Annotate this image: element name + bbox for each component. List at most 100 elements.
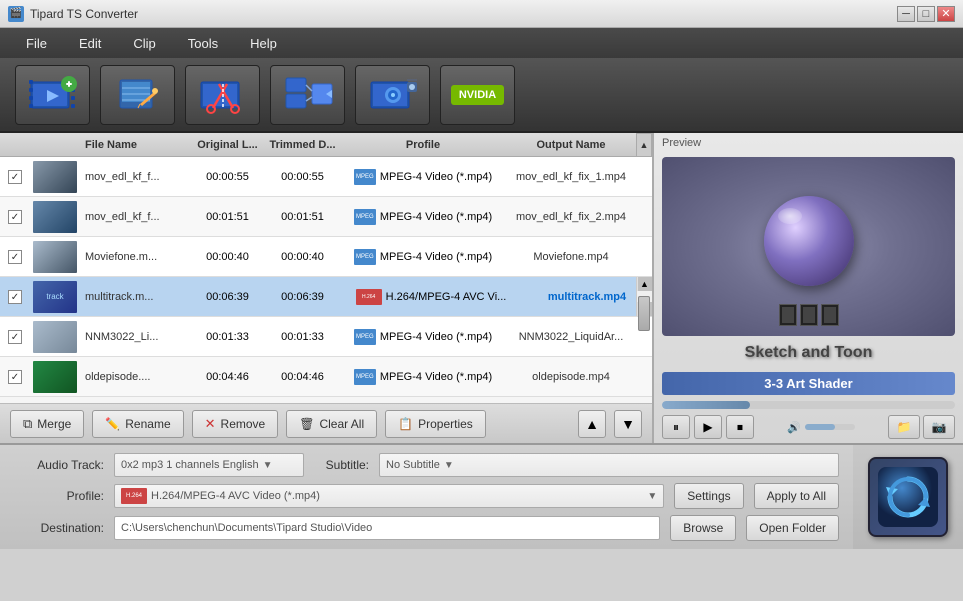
properties-icon: 📋 bbox=[398, 417, 413, 431]
pause-button[interactable]: ⏸ bbox=[662, 415, 690, 439]
merge-button[interactable] bbox=[270, 65, 345, 125]
settings-button[interactable]: Settings bbox=[674, 483, 743, 509]
move-down-button[interactable]: ▼ bbox=[614, 410, 642, 438]
action-bar: ⧉ Merge ✏️ Rename ✕ Remove 🗑 Clear All 📋… bbox=[0, 403, 652, 443]
table-row[interactable]: mov_edl_kf_f... 00:01:51 00:01:51 MPEG M… bbox=[0, 197, 652, 237]
minimize-button[interactable]: ─ bbox=[897, 6, 915, 22]
toolbar: NVIDIA bbox=[0, 58, 963, 133]
scroll-thumb[interactable] bbox=[638, 296, 650, 331]
menu-tools[interactable]: Tools bbox=[172, 32, 234, 55]
subtitle-combo[interactable]: No Subtitle ▼ bbox=[379, 453, 839, 477]
add-video-button[interactable] bbox=[15, 65, 90, 125]
clear-icon: 🗑 bbox=[299, 417, 314, 431]
rename-button[interactable]: ✏️ Rename bbox=[92, 410, 183, 438]
nvidia-label: NVIDIA bbox=[451, 85, 504, 105]
preview-controls: ⏸ ▶ ⏹ 🔊 📁 📷 bbox=[654, 411, 963, 443]
header-profile: Profile bbox=[340, 139, 506, 151]
close-button[interactable]: ✕ bbox=[937, 6, 955, 22]
screenshot-button[interactable]: 📷 bbox=[923, 415, 955, 439]
capture-buttons: 📁 📷 bbox=[888, 415, 955, 439]
header-original: Original L... bbox=[190, 139, 265, 151]
properties-button[interactable]: 📋 Properties bbox=[385, 410, 486, 438]
row-checkbox[interactable] bbox=[0, 169, 30, 185]
row-original-duration: 00:00:55 bbox=[190, 171, 265, 183]
capture-folder-button[interactable]: 📁 bbox=[888, 415, 920, 439]
row-profile: MPEG MPEG-4 Video (*.mp4) bbox=[340, 249, 506, 265]
film-frame bbox=[800, 304, 818, 326]
row-checkbox[interactable] bbox=[0, 369, 30, 385]
preview-title: Sketch and Toon bbox=[654, 340, 963, 364]
header-filename: File Name bbox=[80, 139, 190, 151]
destination-input[interactable]: C:\Users\chenchun\Documents\Tipard Studi… bbox=[114, 516, 660, 540]
apply-to-all-button[interactable]: Apply to All bbox=[754, 483, 839, 509]
row-thumbnail: track bbox=[30, 278, 80, 316]
scroll-up-btn[interactable]: ▲ bbox=[638, 277, 652, 291]
table-row[interactable]: track multitrack.m... 00:06:39 00:06:39 … bbox=[0, 277, 652, 317]
row-output: multitrack.mp4 bbox=[522, 291, 652, 303]
profile-icon: H.264 bbox=[356, 289, 382, 305]
menu-edit[interactable]: Edit bbox=[63, 32, 117, 55]
merge-button[interactable]: ⧉ Merge bbox=[10, 410, 84, 438]
menu-file[interactable]: File bbox=[10, 32, 63, 55]
row-filename: multitrack.m... bbox=[80, 291, 190, 303]
audio-track-arrow: ▼ bbox=[263, 460, 273, 471]
volume-slider[interactable] bbox=[805, 424, 855, 430]
edit-button[interactable] bbox=[100, 65, 175, 125]
window-controls: ─ □ ✕ bbox=[897, 6, 955, 22]
row-trimmed-duration: 00:01:51 bbox=[265, 211, 340, 223]
row-trimmed-duration: 00:00:40 bbox=[265, 251, 340, 263]
row-filename: Moviefone.m... bbox=[80, 251, 190, 263]
profile-icon: MPEG bbox=[354, 209, 376, 225]
table-row[interactable]: oldepisode.... 00:04:46 00:04:46 MPEG MP… bbox=[0, 357, 652, 397]
preview-film-strip bbox=[779, 304, 839, 326]
row-checkbox[interactable] bbox=[0, 329, 30, 345]
profile-icon: MPEG bbox=[354, 329, 376, 345]
row-profile: MPEG MPEG-4 Video (*.mp4) bbox=[340, 209, 506, 225]
restore-button[interactable]: □ bbox=[917, 6, 935, 22]
row-trimmed-duration: 00:06:39 bbox=[265, 291, 340, 303]
play-button[interactable]: ▶ bbox=[694, 415, 722, 439]
nvidia-button[interactable]: NVIDIA bbox=[440, 65, 515, 125]
row-original-duration: 00:04:46 bbox=[190, 371, 265, 383]
subtitle-label: Subtitle: bbox=[314, 458, 369, 472]
table-row[interactable]: NNM3022_Li... 00:01:33 00:01:33 MPEG MPE… bbox=[0, 317, 652, 357]
stop-button[interactable]: ⏹ bbox=[726, 415, 754, 439]
header-trimmed: Trimmed D... bbox=[265, 139, 340, 151]
profile-row: Profile: H.264 H.264/MPEG-4 AVC Video (*… bbox=[14, 483, 839, 509]
table-row[interactable]: Moviefone.m... 00:00:40 00:00:40 MPEG MP… bbox=[0, 237, 652, 277]
row-thumbnail bbox=[30, 318, 80, 356]
scrollbar[interactable]: ▲ ▼ bbox=[636, 277, 652, 316]
browse-button[interactable]: Browse bbox=[670, 515, 736, 541]
row-trimmed-duration: 00:00:55 bbox=[265, 171, 340, 183]
preview-screen bbox=[662, 157, 955, 336]
destination-row: Destination: C:\Users\chenchun\Documents… bbox=[14, 515, 839, 541]
file-list-header: File Name Original L... Trimmed D... Pro… bbox=[0, 133, 652, 157]
row-filename: mov_edl_kf_f... bbox=[80, 211, 190, 223]
open-folder-button[interactable]: Open Folder bbox=[746, 515, 839, 541]
row-thumbnail bbox=[30, 158, 80, 196]
preview-sphere bbox=[764, 196, 854, 286]
profile-combo[interactable]: H.264 H.264/MPEG-4 AVC Video (*.mp4) ▼ bbox=[114, 484, 664, 508]
move-up-button[interactable]: ▲ bbox=[578, 410, 606, 438]
file-list-area: File Name Original L... Trimmed D... Pro… bbox=[0, 133, 653, 443]
menu-help[interactable]: Help bbox=[234, 32, 293, 55]
row-checkbox[interactable] bbox=[0, 209, 30, 225]
profile-type-icon: H.264 bbox=[121, 488, 147, 504]
row-original-duration: 00:06:39 bbox=[190, 291, 265, 303]
remove-icon: ✕ bbox=[205, 416, 216, 432]
effect-button[interactable] bbox=[355, 65, 430, 125]
row-thumbnail bbox=[30, 358, 80, 396]
menu-clip[interactable]: Clip bbox=[117, 32, 171, 55]
remove-button[interactable]: ✕ Remove bbox=[192, 410, 279, 438]
table-row[interactable]: mov_edl_kf_f... 00:00:55 00:00:55 MPEG M… bbox=[0, 157, 652, 197]
header-scroll-up[interactable]: ▲ bbox=[636, 133, 652, 157]
row-checkbox[interactable] bbox=[0, 249, 30, 265]
audio-track-combo[interactable]: 0x2 mp3 1 channels English ▼ bbox=[114, 453, 304, 477]
row-output: oldepisode.mp4 bbox=[506, 371, 636, 383]
bottom-area: Audio Track: 0x2 mp3 1 channels English … bbox=[0, 443, 963, 549]
clip-button[interactable] bbox=[185, 65, 260, 125]
row-original-duration: 00:01:51 bbox=[190, 211, 265, 223]
clear-all-button[interactable]: 🗑 Clear All bbox=[286, 410, 377, 438]
row-checkbox[interactable] bbox=[0, 289, 30, 305]
convert-button[interactable] bbox=[868, 457, 948, 537]
